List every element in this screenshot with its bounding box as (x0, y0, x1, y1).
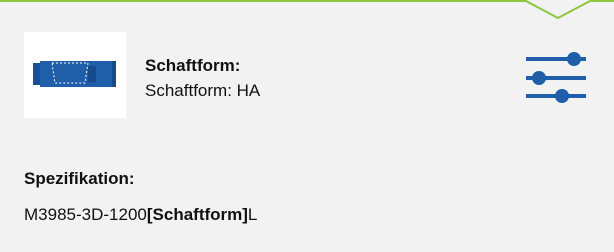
shaft-form-value: Schaftform: HA (145, 81, 261, 100)
specification-label: Spezifikation: (24, 169, 135, 188)
shaft-tool-image (33, 61, 116, 87)
specification-code: M3985-3D-1200 (24, 205, 147, 224)
card-top-border (0, 0, 614, 20)
product-detail-card: Schaftform: Schaftform: HA Spezifikation… (0, 0, 614, 252)
shaft-form-label: Schaftform: (145, 56, 241, 75)
shaft-thumbnail (24, 32, 126, 118)
specification-placeholder: [Schaftform] (146, 205, 248, 224)
sliders-icon (526, 52, 586, 103)
filter-settings-button[interactable] (522, 50, 590, 110)
specification-value: M3985-3D-1200[Schaftform]L (24, 205, 257, 225)
specification-suffix: L (247, 205, 258, 224)
